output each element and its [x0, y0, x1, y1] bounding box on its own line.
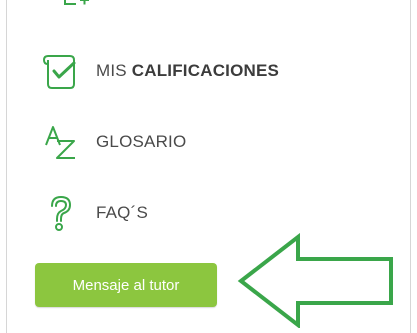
partial-menu-icon: [64, 0, 89, 5]
sidebar-right-border: [410, 0, 411, 333]
menu-item-label: MIS CALIFICACIONES: [96, 61, 280, 80]
sidebar-left-border: [6, 0, 7, 333]
menu-item-label: GLOSARIO: [96, 132, 187, 151]
question-mark-icon: [40, 192, 82, 234]
menu-item-faqs[interactable]: FAQ´S: [40, 188, 148, 238]
mensaje-al-tutor-button[interactable]: Mensaje al tutor: [35, 263, 217, 307]
menu-item-mis-calificaciones[interactable]: MIS CALIFICACIONES: [40, 46, 279, 96]
scroll-check-icon: [40, 50, 82, 92]
arrow-left-icon: [237, 233, 393, 328]
menu-item-glosario[interactable]: GLOSARIO: [40, 117, 186, 167]
az-glossary-icon: [40, 121, 82, 163]
menu-item-label: FAQ´S: [96, 203, 149, 222]
